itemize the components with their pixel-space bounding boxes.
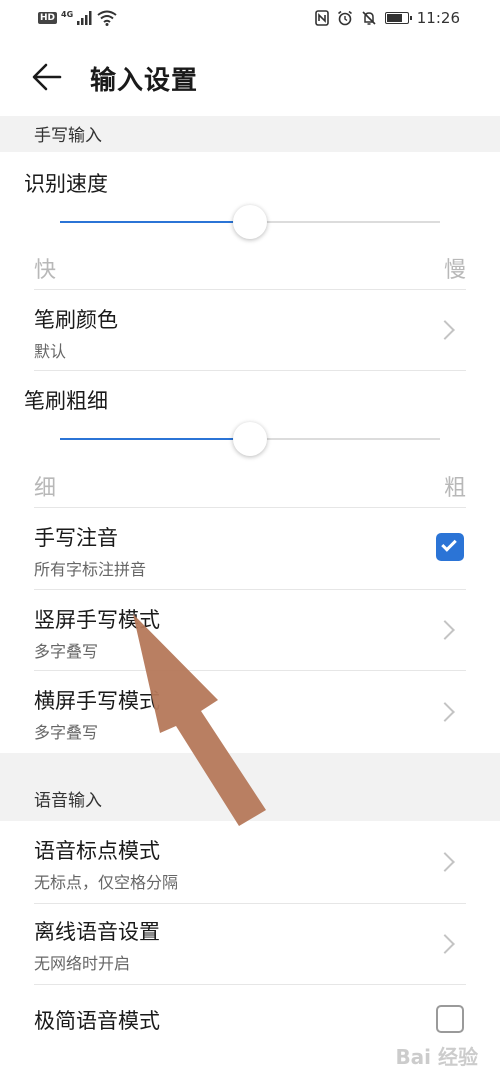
clock: 11:26 [416, 9, 460, 27]
offline-voice-row[interactable]: 离线语音设置 无网络时开启 [0, 904, 500, 984]
nfc-icon [314, 10, 329, 26]
width-slider[interactable] [60, 419, 440, 459]
battery-icon [384, 12, 412, 24]
landscape-mode-row[interactable]: 横屏手写模式 多字叠写 [0, 671, 500, 753]
mute-icon [362, 11, 376, 25]
section-title: 语音输入 [34, 791, 102, 811]
chevron-right-icon [435, 702, 455, 722]
status-right: 11:26 [314, 9, 460, 27]
portrait-mode-title: 竖屏手写模式 [34, 608, 160, 632]
pinyin-row[interactable]: 手写注音 所有字标注拼音 [0, 508, 500, 588]
width-slider-title: 笔刷粗细 [24, 389, 108, 413]
landscape-mode-title: 横屏手写模式 [34, 689, 160, 713]
back-button[interactable] [30, 60, 70, 96]
brush-color-row[interactable]: 笔刷颜色 默认 [0, 290, 500, 370]
pinyin-subtitle: 所有字标注拼音 [34, 560, 147, 579]
back-arrow-icon [32, 63, 62, 91]
app-header: 输入设置 [0, 40, 500, 116]
pinyin-title: 手写注音 [34, 526, 118, 550]
battery-level-fill [386, 14, 402, 22]
chevron-right-icon [435, 852, 455, 872]
punctuation-mode-subtitle: 无标点，仅空格分隔 [34, 873, 179, 892]
portrait-mode-row[interactable]: 竖屏手写模式 多字叠写 [0, 590, 500, 670]
speed-slow-label: 慢 [443, 258, 466, 283]
brush-color-title: 笔刷颜色 [34, 308, 118, 332]
section-header-voice: 语音输入 [0, 753, 500, 821]
status-left: HD 4G [38, 10, 117, 26]
checkmark-icon [441, 536, 457, 552]
page-title: 输入设置 [90, 66, 199, 96]
speed-slider[interactable] [60, 202, 440, 242]
simple-voice-checkbox[interactable] [436, 1005, 464, 1033]
section-header-handwriting: 手写输入 [0, 116, 500, 152]
speed-slider-fill [60, 221, 250, 223]
chevron-right-icon [435, 620, 455, 640]
baidu-watermark: Bai 经验 [395, 1045, 478, 1069]
landscape-mode-subtitle: 多字叠写 [34, 723, 99, 742]
width-thick-label: 粗 [443, 476, 466, 501]
pinyin-checkbox[interactable] [436, 533, 464, 561]
signal-icon [77, 11, 92, 25]
chevron-right-icon [435, 320, 455, 340]
speed-slider-title: 识别速度 [24, 172, 108, 196]
offline-voice-subtitle: 无网络时开启 [34, 954, 131, 973]
chevron-right-icon [435, 934, 455, 954]
divider [34, 370, 466, 371]
section-title: 手写输入 [34, 126, 102, 146]
punctuation-mode-row[interactable]: 语音标点模式 无标点，仅空格分隔 [0, 821, 500, 903]
brush-color-subtitle: 默认 [34, 342, 67, 361]
width-slider-fill [60, 438, 250, 440]
network-type: 4G [61, 9, 74, 19]
status-bar: HD 4G 11:26 [0, 0, 500, 40]
punctuation-mode-title: 语音标点模式 [34, 839, 160, 863]
wifi-icon [97, 10, 117, 26]
width-slider-thumb[interactable] [233, 422, 267, 456]
speed-fast-label: 快 [34, 258, 57, 283]
hd-badge: HD [38, 12, 58, 24]
portrait-mode-subtitle: 多字叠写 [34, 642, 99, 661]
simple-voice-title: 极简语音模式 [34, 1009, 160, 1033]
speed-slider-thumb[interactable] [233, 205, 267, 239]
alarm-icon [337, 10, 352, 26]
offline-voice-title: 离线语音设置 [34, 920, 160, 944]
width-thin-label: 细 [34, 476, 57, 501]
